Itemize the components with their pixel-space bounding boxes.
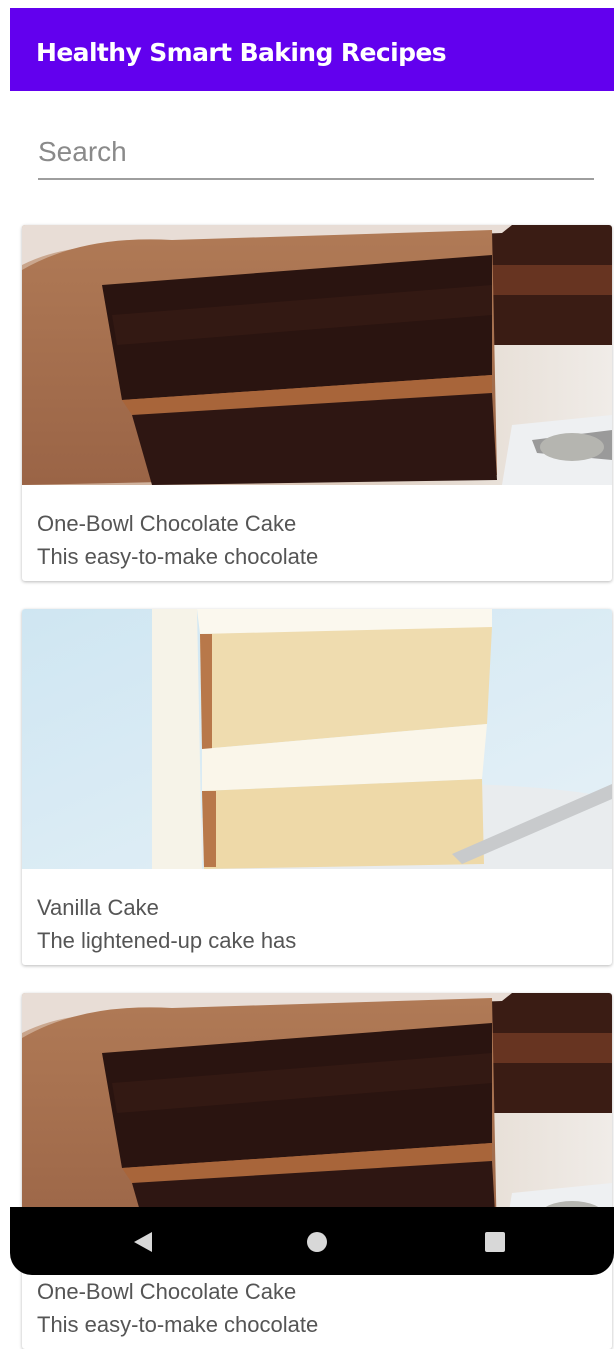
recipe-title: Vanilla Cake xyxy=(37,895,159,920)
recipe-image-vanilla-cake xyxy=(22,609,612,869)
recipe-text: One-Bowl Chocolate Cake This easy-to-mak… xyxy=(37,507,318,573)
recipe-snippet: This easy-to-make chocolate xyxy=(37,544,319,569)
app-bar: Healthy Smart Baking Recipes xyxy=(10,8,614,91)
recipe-title: One-Bowl Chocolate Cake xyxy=(37,511,297,536)
recipe-snippet: The lightened-up cake has xyxy=(37,928,297,953)
recipe-text: Vanilla Cake The lightened-up cake has xyxy=(37,891,296,957)
recipe-title: One-Bowl Chocolate Cake xyxy=(37,1279,297,1304)
recipe-card[interactable]: Vanilla Cake The lightened-up cake has xyxy=(22,609,612,965)
recipe-snippet: This easy-to-make chocolate xyxy=(37,1312,319,1337)
back-icon[interactable] xyxy=(128,1229,158,1255)
recents-icon[interactable] xyxy=(480,1229,510,1255)
home-icon[interactable] xyxy=(302,1229,332,1255)
recipe-card[interactable]: One-Bowl Chocolate Cake This easy-to-mak… xyxy=(22,225,612,581)
system-nav-bar xyxy=(10,1207,614,1275)
recipe-card[interactable]: One-Bowl Chocolate Cake This easy-to-mak… xyxy=(22,993,612,1349)
app-title: Healthy Smart Baking Recipes xyxy=(36,38,447,67)
search-input[interactable] xyxy=(38,130,594,174)
recipe-image-chocolate-cake xyxy=(22,225,612,485)
search-field[interactable] xyxy=(38,130,594,180)
recipe-text: One-Bowl Chocolate Cake This easy-to-mak… xyxy=(37,1275,318,1341)
